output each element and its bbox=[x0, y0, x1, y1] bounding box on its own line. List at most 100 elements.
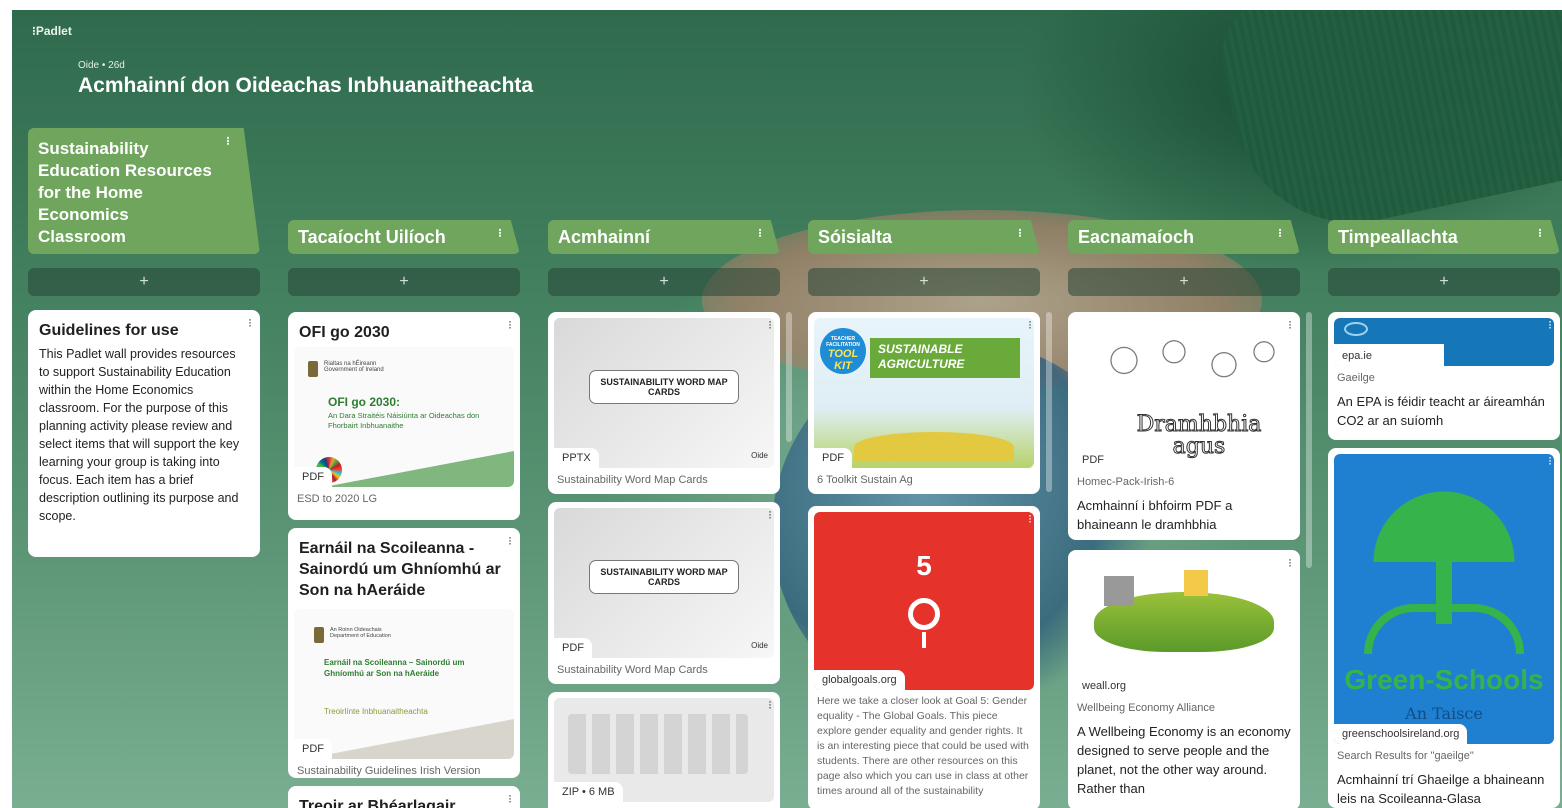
eco-town-house bbox=[1184, 570, 1208, 596]
doc-title: OFI go 2030: bbox=[328, 395, 401, 409]
pdf-preview[interactable]: SUSTAINABILITY WORD MAP CARDS Oide PDF bbox=[554, 508, 774, 658]
link-preview[interactable]: Green-Schools An Taisce greenschoolsirel… bbox=[1334, 454, 1554, 744]
column-menu-icon[interactable]: ⁝ bbox=[1018, 226, 1022, 240]
post-body: Acmhainní i bhfoirm PDF a bhaineann le d… bbox=[1077, 498, 1233, 532]
eco-town-buildings bbox=[1104, 576, 1134, 606]
column-header[interactable]: Timpeallachta ⁝ bbox=[1328, 220, 1560, 254]
column-scrollbar[interactable] bbox=[1306, 312, 1312, 568]
column-title: Timpeallachta bbox=[1338, 227, 1458, 247]
column-menu-icon[interactable]: ⁝ bbox=[758, 226, 762, 240]
post-card[interactable]: ⁝ weall.org Wellbeing Economy Alliance A… bbox=[1068, 550, 1300, 808]
file-type-badge: PDF bbox=[554, 638, 592, 658]
epa-logo-icon bbox=[1344, 322, 1368, 336]
post-body: A Wellbeing Economy is an economy design… bbox=[1077, 724, 1291, 796]
post-card[interactable]: ⁝ TEACHER FACILITATION TOOL KIT SUSTAINA… bbox=[808, 312, 1040, 494]
keyboard-grid-image bbox=[568, 714, 748, 774]
add-post-button[interactable]: + bbox=[288, 268, 520, 296]
column-menu-icon[interactable]: ⁝ bbox=[1538, 226, 1542, 240]
column-title: Tacaíocht Uilíoch bbox=[298, 227, 446, 247]
post-menu-icon[interactable]: ⁝ bbox=[1548, 318, 1552, 332]
column-menu-icon[interactable]: ⁝ bbox=[226, 134, 230, 148]
oide-logo: Oide bbox=[751, 451, 768, 460]
gender-equality-icon-stem bbox=[922, 632, 926, 648]
post-menu-icon[interactable]: ⁝ bbox=[508, 318, 512, 332]
post-menu-icon[interactable]: ⁝ bbox=[768, 698, 772, 712]
post-card[interactable]: ⁝ Earnáil na Scoileanna - Sainordú um Gh… bbox=[288, 528, 520, 778]
doodle-title: Dramhbhia agus bbox=[1136, 412, 1262, 459]
doc-wedge bbox=[304, 719, 514, 759]
post-menu-icon[interactable]: ⁝ bbox=[248, 316, 252, 330]
pptx-preview[interactable]: SUSTAINABILITY WORD MAP CARDS Oide PPTX bbox=[554, 318, 774, 468]
attachment-caption: Sustainability Guidelines Irish Version bbox=[297, 765, 481, 777]
link-domain-badge: epa.ie bbox=[1334, 346, 1380, 366]
background-sleeve bbox=[1210, 10, 1562, 245]
pdf-preview[interactable]: TEACHER FACILITATION TOOL KIT SUSTAINABL… bbox=[814, 318, 1034, 468]
column-menu-icon[interactable]: ⁝ bbox=[1278, 226, 1282, 240]
post-card[interactable]: ⁝ Treoir ar Bhéarlagair bbox=[288, 786, 520, 808]
column-title: Acmhainní bbox=[558, 227, 651, 247]
column-scrollbar[interactable] bbox=[1046, 312, 1052, 492]
toolkit-badge-main: TOOL KIT bbox=[827, 348, 859, 372]
link-description: Here we take a closer look at Goal 5: Ge… bbox=[817, 695, 1029, 797]
padlet-board: ⁝Padlet Oide • 26d Acmhainní don Oideach… bbox=[12, 10, 1562, 808]
padlet-logo[interactable]: ⁝Padlet bbox=[32, 24, 72, 38]
pdf-preview[interactable]: An Roinn Oideachais Department of Educat… bbox=[294, 609, 514, 759]
post-menu-icon[interactable]: ⁝ bbox=[768, 318, 772, 332]
link-preview[interactable]: weall.org bbox=[1074, 556, 1294, 696]
post-menu-icon[interactable]: ⁝ bbox=[768, 508, 772, 522]
post-card[interactable]: ⁝ 5 globalgoals.org Here we take a close… bbox=[808, 506, 1040, 808]
add-post-button[interactable]: + bbox=[28, 268, 260, 296]
add-post-button[interactable]: + bbox=[1068, 268, 1300, 296]
post-menu-icon[interactable]: ⁝ bbox=[1288, 556, 1292, 570]
pdf-preview[interactable]: Dramhbhia agus PDF bbox=[1074, 318, 1294, 470]
post-menu-icon[interactable]: ⁝ bbox=[508, 792, 512, 806]
link-preview[interactable]: 5 globalgoals.org bbox=[814, 512, 1034, 690]
post-menu-icon[interactable]: ⁝ bbox=[1028, 318, 1032, 332]
column-title: Sustainability Education Resources for t… bbox=[38, 139, 212, 246]
add-post-button[interactable]: + bbox=[1328, 268, 1560, 296]
link-domain-badge: globalgoals.org bbox=[814, 670, 905, 690]
attachment-caption: Homec-Pack-Irish-6 bbox=[1077, 476, 1175, 488]
post-body: Acmhainní trí Ghaeilge a bhaineann leis … bbox=[1337, 772, 1545, 806]
post-body: This Padlet wall provides resources to s… bbox=[39, 347, 240, 523]
add-post-button[interactable]: + bbox=[808, 268, 1040, 296]
attachment-caption: Gaeilge bbox=[1337, 372, 1375, 384]
link-domain-badge: weall.org bbox=[1074, 676, 1135, 696]
doc-green-wedge bbox=[324, 451, 514, 487]
column-header[interactable]: Sustainability Education Resources for t… bbox=[28, 128, 260, 254]
zip-preview[interactable]: ZIP • 6 MB bbox=[554, 698, 774, 802]
column-header[interactable]: Eacnamaíoch ⁝ bbox=[1068, 220, 1300, 254]
column-header[interactable]: Tacaíocht Uilíoch ⁝ bbox=[288, 220, 520, 254]
greenschools-wordmark: Green-Schools bbox=[1344, 664, 1544, 695]
tree-leaves-icon bbox=[1364, 472, 1524, 562]
attachment-caption: Wellbeing Economy Alliance bbox=[1077, 702, 1215, 714]
column-title: Sóisialta bbox=[818, 227, 893, 247]
post-card[interactable]: ⁝ Green-Schools An Taisce greenschoolsir… bbox=[1328, 448, 1560, 808]
link-domain-badge: greenschoolsireland.org bbox=[1334, 724, 1468, 744]
column-header[interactable]: Acmhainní ⁝ bbox=[548, 220, 780, 254]
post-card[interactable]: ⁝ OFI go 2030 Rialtas na hÉireann Govern… bbox=[288, 312, 520, 520]
pdf-preview[interactable]: Rialtas na hÉireann Government of Irelan… bbox=[294, 347, 514, 487]
doc-subtitle: Treoirlínte Inbhuanaitheachta bbox=[324, 707, 428, 716]
post-card[interactable]: ⁝ Dramhbhia agus PDF Homec-Pack-Irish-6 … bbox=[1068, 312, 1300, 540]
file-type-badge: PDF bbox=[814, 448, 852, 468]
post-card[interactable]: ⁝ ZIP • 6 MB bbox=[548, 692, 780, 808]
link-preview[interactable]: epa.ie bbox=[1334, 318, 1554, 366]
column-scrollbar[interactable] bbox=[786, 312, 792, 442]
goal-number: 5 bbox=[916, 550, 932, 581]
post-title: OFI go 2030 bbox=[299, 324, 390, 341]
post-card[interactable]: ⁝ epa.ie Gaeilge An EPA is féidir teacht… bbox=[1328, 312, 1560, 440]
post-menu-icon[interactable]: ⁝ bbox=[1288, 318, 1292, 332]
add-post-button[interactable]: + bbox=[548, 268, 780, 296]
post-card[interactable]: ⁝ Guidelines for use This Padlet wall pr… bbox=[28, 310, 260, 557]
column-menu-icon[interactable]: ⁝ bbox=[498, 226, 502, 240]
board-title: Acmhainní don Oideachas Inbhuanaitheacht… bbox=[78, 74, 534, 97]
harp-logo-icon bbox=[314, 627, 324, 643]
attachment-caption: Sustainability Word Map Cards bbox=[557, 664, 708, 676]
post-menu-icon[interactable]: ⁝ bbox=[1028, 512, 1032, 526]
post-card[interactable]: ⁝ SUSTAINABILITY WORD MAP CARDS Oide PDF… bbox=[548, 502, 780, 684]
post-card[interactable]: ⁝ SUSTAINABILITY WORD MAP CARDS Oide PPT… bbox=[548, 312, 780, 494]
post-menu-icon[interactable]: ⁝ bbox=[508, 534, 512, 548]
column-header[interactable]: Sóisialta ⁝ bbox=[808, 220, 1040, 254]
post-menu-icon[interactable]: ⁝ bbox=[1548, 454, 1552, 468]
